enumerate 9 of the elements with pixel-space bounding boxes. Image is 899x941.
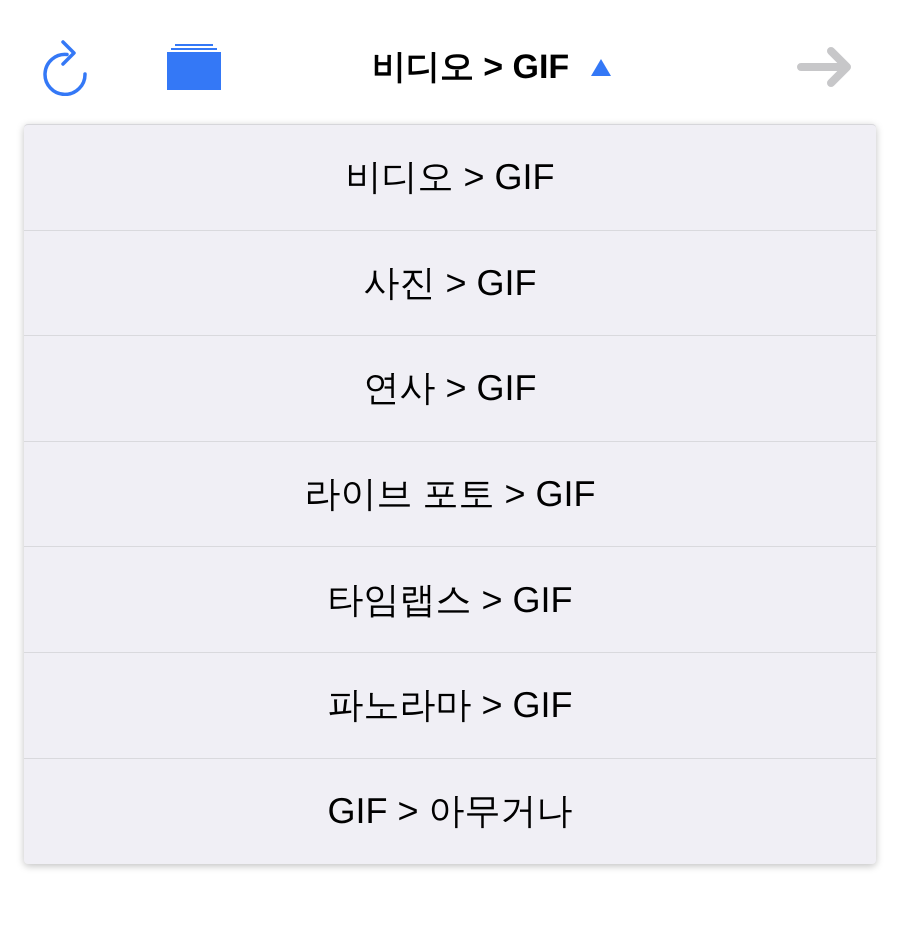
menu-item[interactable]: GIF > 아무거나	[24, 758, 876, 864]
menu-item[interactable]: 타임랩스 > GIF	[24, 547, 876, 653]
mode-dropdown[interactable]: 비디오 > GIF	[372, 50, 612, 84]
menu-item[interactable]: 사진 > GIF	[24, 230, 876, 336]
menu-item[interactable]: 연사 > GIF	[24, 336, 876, 442]
menu-item[interactable]: 파노라마 > GIF	[24, 652, 876, 759]
menu-item[interactable]: 비디오 > GIF	[24, 125, 876, 231]
folder-stack-icon	[167, 44, 221, 90]
menu-item[interactable]: 라이브 포토 > GIF	[24, 442, 876, 548]
